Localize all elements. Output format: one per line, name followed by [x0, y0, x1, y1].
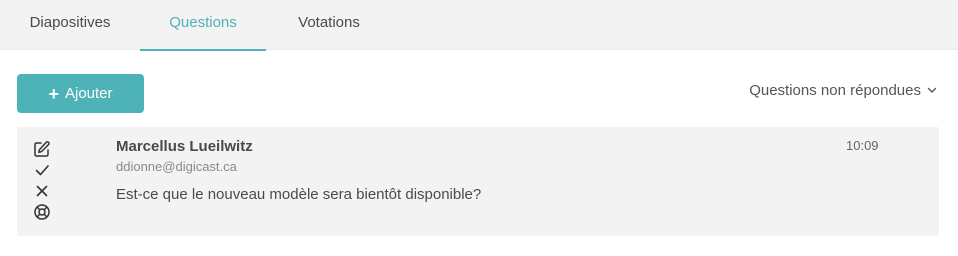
question-author: Marcellus Lueilwitz — [116, 138, 253, 155]
tab-bar: Diapositives Questions Votations — [0, 0, 958, 51]
tab-label: Diapositives — [29, 14, 111, 31]
filter-dropdown[interactable]: Questions non répondues — [749, 82, 937, 99]
tab-questions[interactable]: Questions — [140, 0, 266, 51]
tab-label: Questions — [169, 14, 237, 31]
question-actions — [33, 140, 51, 224]
check-icon[interactable] — [33, 161, 51, 179]
question-email: ddionne@digicast.ca — [116, 159, 237, 174]
question-text: Est-ce que le nouveau modèle sera bientô… — [116, 186, 482, 203]
edit-icon[interactable] — [33, 140, 51, 158]
add-button-label: Ajouter — [64, 85, 113, 102]
close-icon[interactable] — [33, 182, 51, 200]
tab-votations[interactable]: Votations — [266, 0, 392, 50]
tab-label: Votations — [298, 14, 360, 31]
active-tab-indicator — [140, 49, 266, 51]
plus-icon: + — [48, 83, 59, 104]
question-card: Marcellus Lueilwitz ddionne@digicast.ca … — [17, 127, 939, 236]
add-button[interactable]: + Ajouter — [17, 74, 144, 113]
lifebuoy-icon[interactable] — [33, 203, 51, 221]
question-time: 10:09 — [846, 138, 879, 153]
chevron-down-icon — [927, 82, 937, 99]
tab-diapositives[interactable]: Diapositives — [0, 0, 140, 50]
filter-label: Questions non répondues — [749, 82, 921, 99]
